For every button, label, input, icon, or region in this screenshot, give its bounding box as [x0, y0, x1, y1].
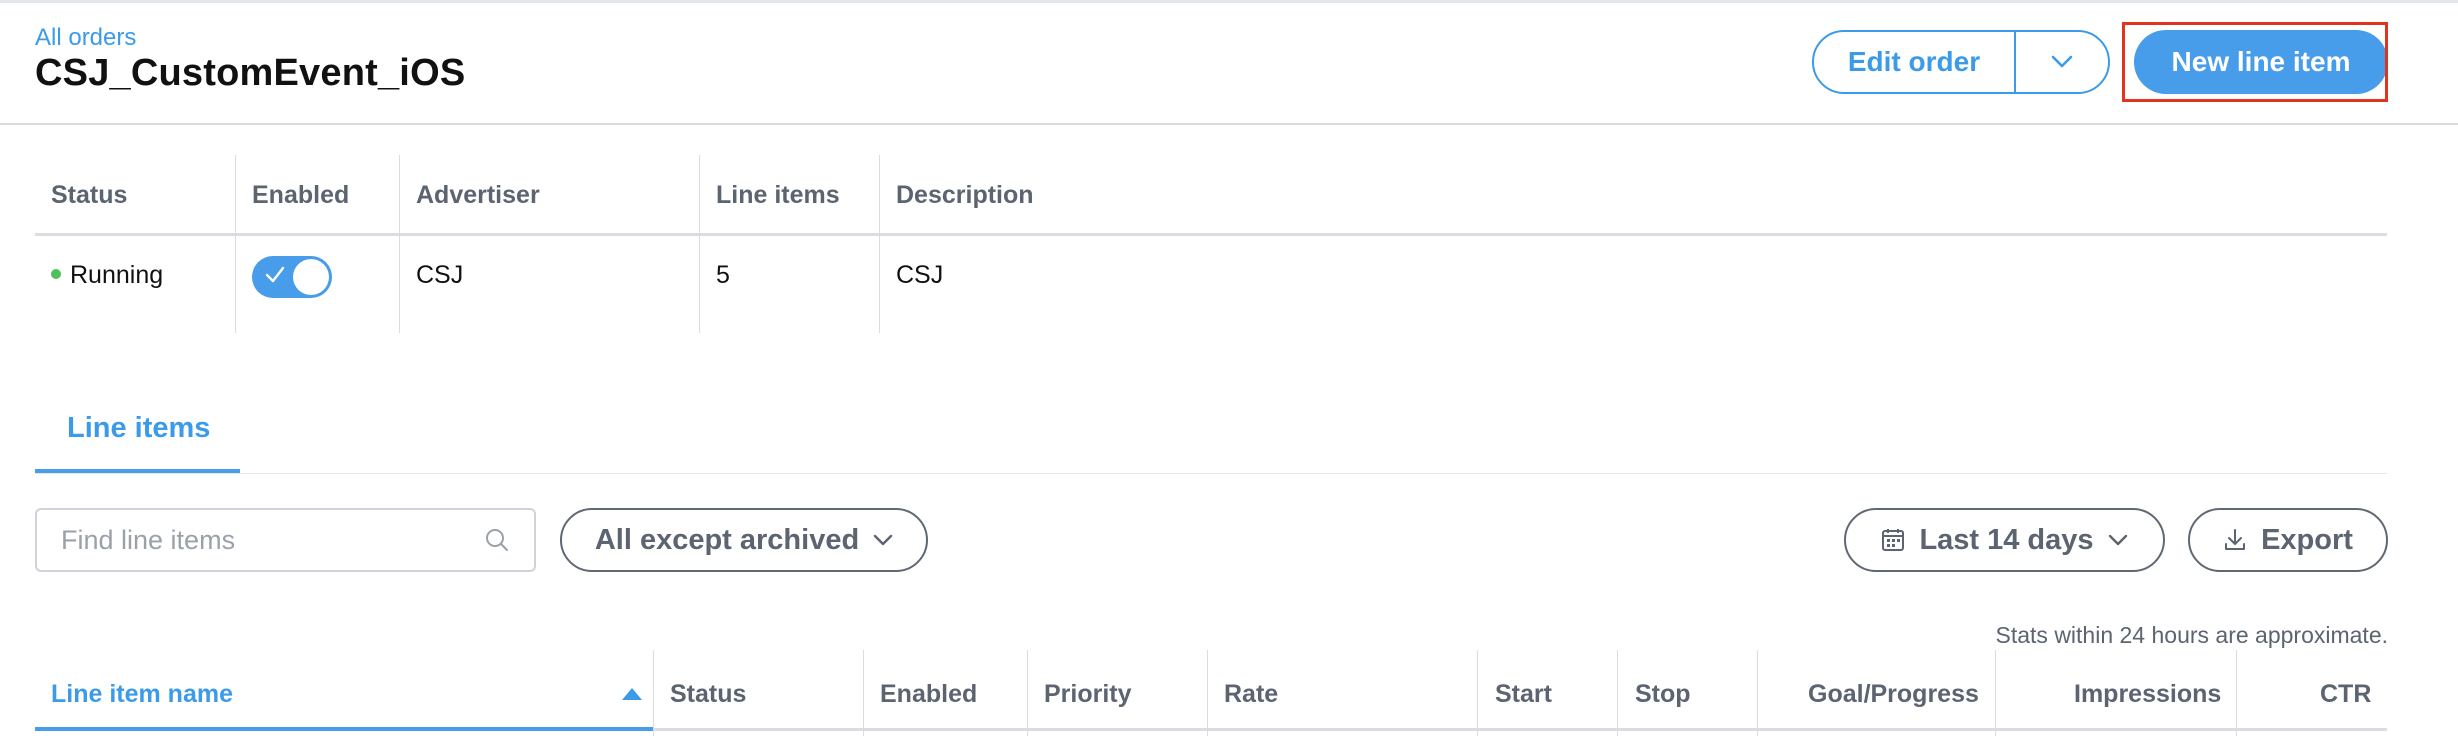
- status-cell: Running: [51, 261, 163, 290]
- edit-order-button[interactable]: Edit order: [1814, 32, 2016, 92]
- archived-filter-dropdown[interactable]: All except archived: [560, 508, 928, 572]
- date-range-dropdown[interactable]: Last 14 days: [1844, 508, 2165, 572]
- column-divider: [1477, 650, 1478, 736]
- check-icon: [265, 266, 285, 283]
- calendar-icon: [1882, 529, 1905, 551]
- tab-line-items[interactable]: Line items: [67, 412, 210, 445]
- column-header-start[interactable]: Start: [1495, 680, 1552, 709]
- status-value: Running: [70, 261, 164, 289]
- enabled-toggle[interactable]: [252, 256, 332, 298]
- tabs-divider: [35, 473, 2387, 474]
- column-header-rate[interactable]: Rate: [1224, 680, 1278, 709]
- breadcrumb-all-orders[interactable]: All orders: [35, 24, 136, 52]
- top-border: [0, 0, 2458, 3]
- summary-header-advertiser: Advertiser: [416, 181, 540, 209]
- order-summary-table: Status Enabled Advertiser Line items Des…: [35, 155, 2387, 333]
- column-divider: [879, 155, 880, 333]
- export-label: Export: [2261, 523, 2353, 556]
- advertiser-value: CSJ: [416, 261, 464, 289]
- line-items-table-header: Line item name Status Enabled Priority R…: [35, 650, 2387, 736]
- export-button[interactable]: Export: [2188, 508, 2388, 572]
- column-header-impressions[interactable]: Impressions: [2074, 680, 2221, 709]
- date-range-label: Last 14 days: [1919, 523, 2094, 556]
- highlight-annotation-box: [2122, 22, 2388, 102]
- download-icon: [2225, 529, 2246, 550]
- line-items-count: 5: [716, 261, 730, 289]
- column-divider: [699, 155, 700, 333]
- column-header-line-item-name[interactable]: Line item name: [51, 680, 233, 709]
- header-divider: [0, 123, 2458, 125]
- sort-asc-icon[interactable]: [622, 688, 642, 700]
- column-header-goal-progress[interactable]: Goal/Progress: [1808, 680, 1979, 709]
- column-divider: [1207, 650, 1208, 736]
- column-divider: [2236, 650, 2237, 736]
- column-divider: [653, 650, 654, 736]
- summary-header-description: Description: [896, 181, 1034, 209]
- stats-note: Stats within 24 hours are approximate.: [1995, 622, 2388, 648]
- page-title: CSJ_CustomEvent_iOS: [35, 52, 466, 94]
- column-divider: [1757, 650, 1758, 736]
- sorted-column-indicator: [35, 727, 653, 731]
- running-status-dot: [51, 269, 61, 280]
- summary-header-enabled: Enabled: [252, 181, 350, 209]
- column-divider: [1027, 650, 1028, 736]
- chevron-down-icon: [873, 534, 893, 546]
- column-header-priority[interactable]: Priority: [1044, 680, 1132, 709]
- toggle-knob: [293, 259, 329, 295]
- column-header-enabled[interactable]: Enabled: [880, 680, 977, 709]
- search-input[interactable]: [61, 524, 484, 556]
- archived-filter-label: All except archived: [594, 523, 860, 556]
- column-header-status[interactable]: Status: [670, 680, 746, 709]
- chevron-down-icon: [2108, 534, 2127, 546]
- edit-order-button-group: Edit order: [1812, 30, 2110, 94]
- column-header-ctr[interactable]: CTR: [2320, 680, 2371, 709]
- search-box: [35, 508, 536, 572]
- column-divider: [1617, 650, 1618, 736]
- description-value: CSJ: [896, 261, 944, 289]
- column-header-stop[interactable]: Stop: [1635, 680, 1691, 709]
- column-divider: [1995, 650, 1996, 736]
- column-divider: [399, 155, 400, 333]
- summary-header-line-items: Line items: [716, 181, 840, 209]
- summary-header-underline: [35, 233, 2387, 236]
- column-divider: [235, 155, 236, 333]
- edit-order-menu-button[interactable]: [2016, 32, 2108, 92]
- summary-header-status: Status: [51, 181, 128, 209]
- search-icon[interactable]: [484, 527, 510, 553]
- chevron-down-icon: [2051, 55, 2073, 68]
- column-divider: [863, 650, 864, 736]
